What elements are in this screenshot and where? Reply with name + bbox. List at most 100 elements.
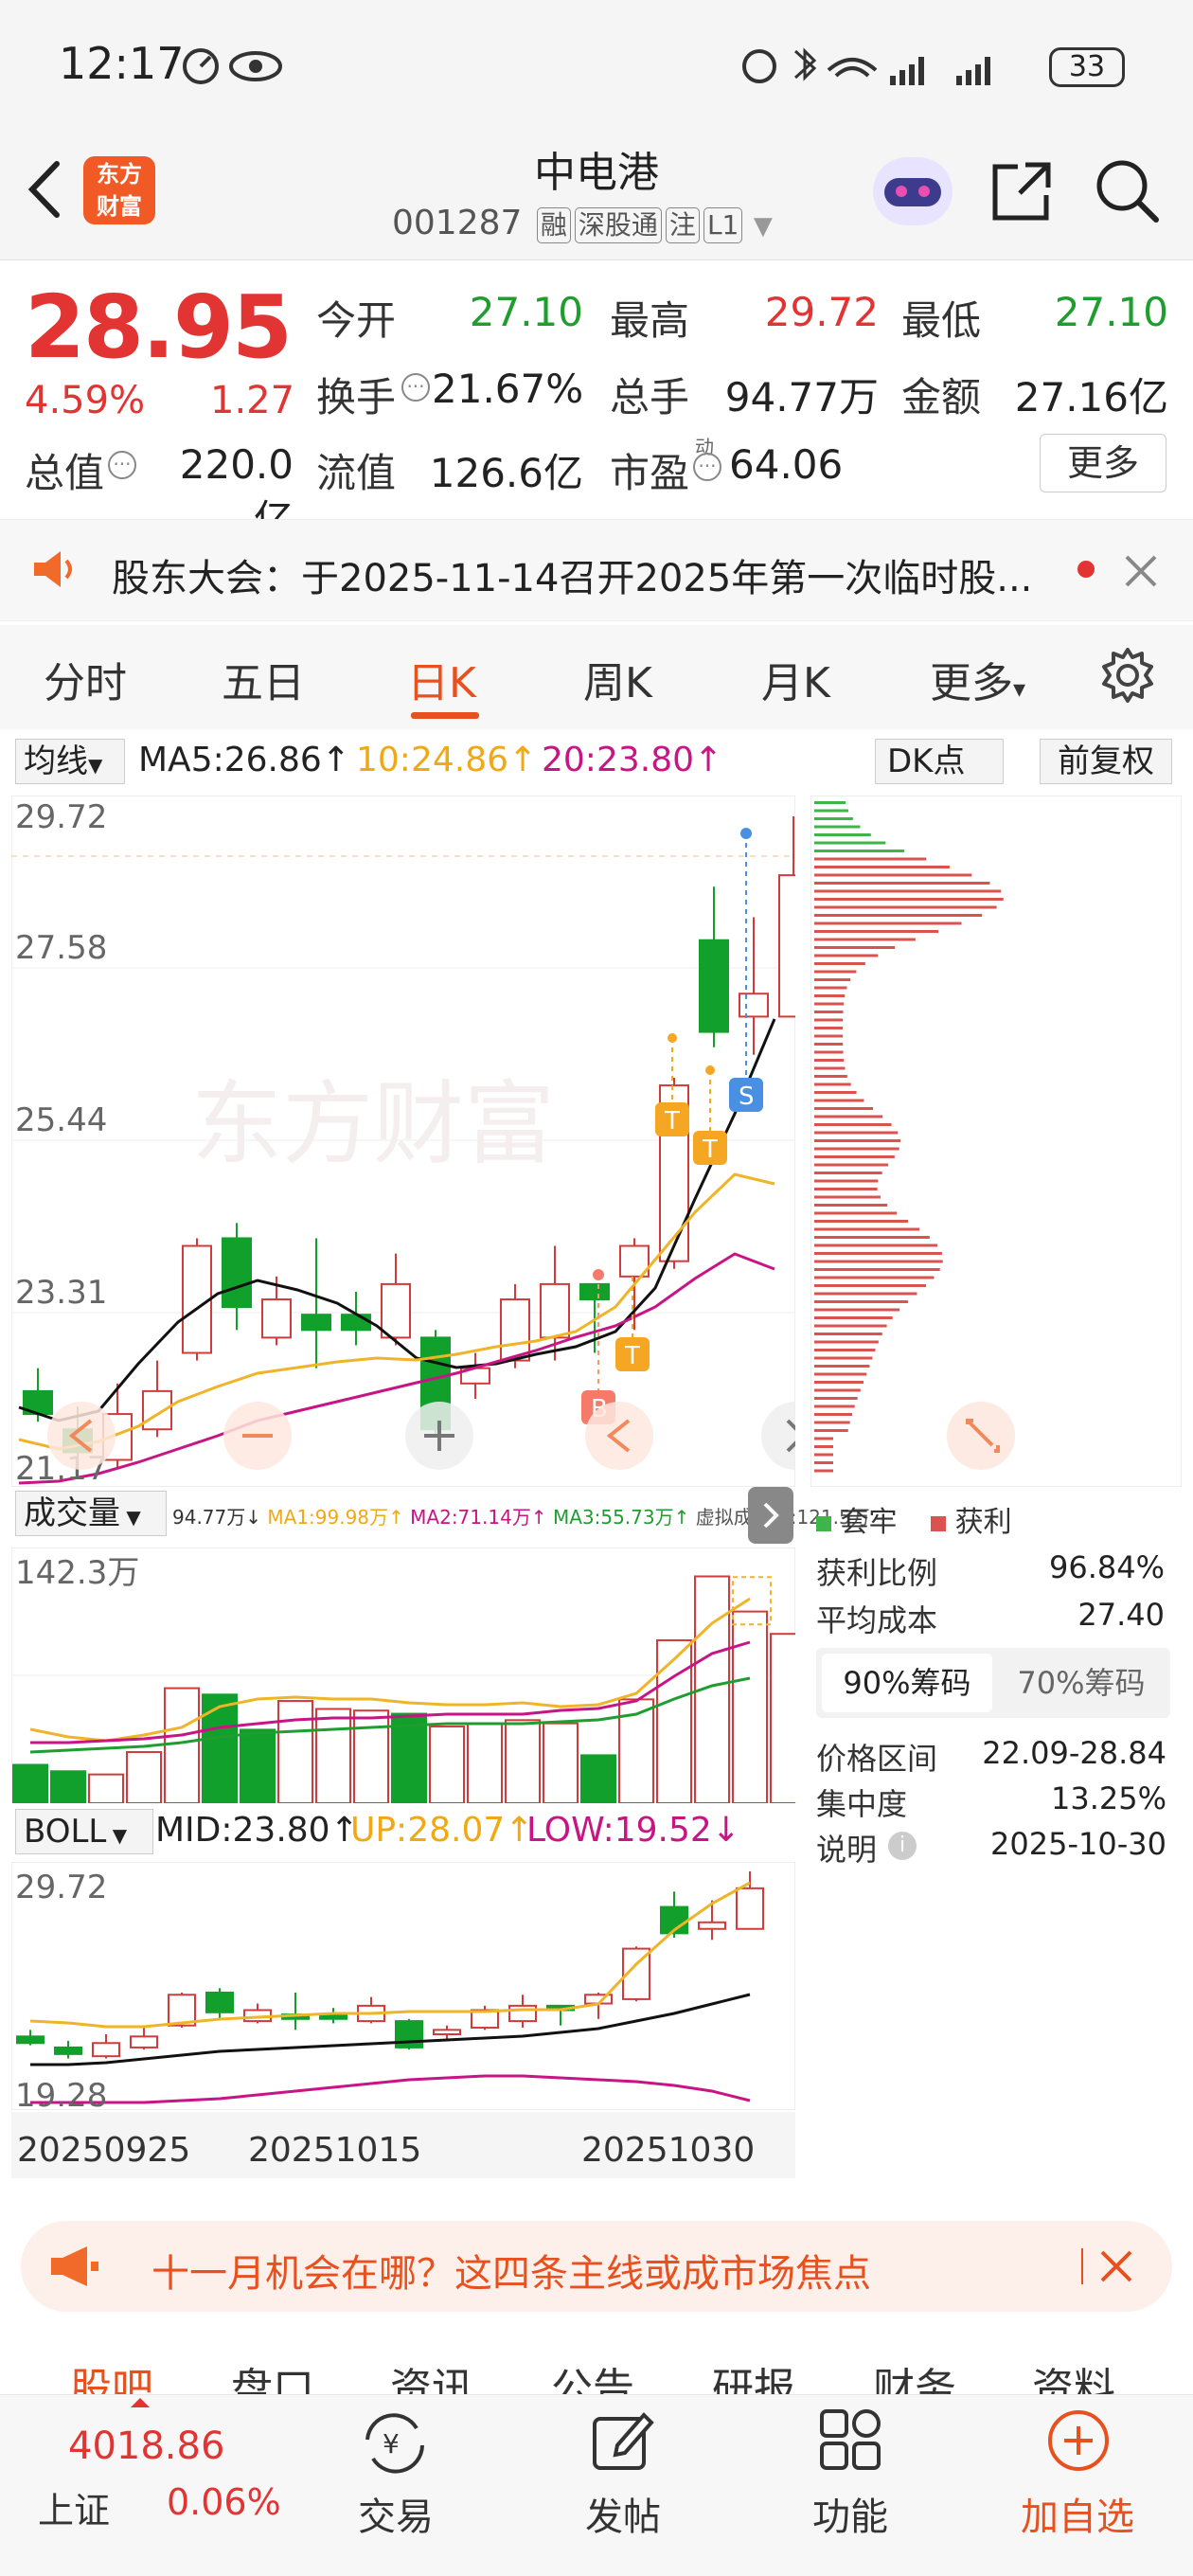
chip-bar <box>814 1155 895 1158</box>
nav-add-watchlist[interactable]: 加自选 <box>1021 2486 1134 2541</box>
banner-text[interactable]: 十一月机会在哪？这四条主线或成市场焦点 <box>151 2243 871 2298</box>
tab-daily-k[interactable]: 日K <box>407 649 476 709</box>
index-name[interactable]: 上证 <box>38 2481 110 2533</box>
volume-bar <box>770 1633 795 1803</box>
amount-value: 27.16亿 <box>1014 374 1168 420</box>
boll-up: UP:28.07↑ <box>350 1811 534 1850</box>
tab-intraday[interactable]: 分时 <box>44 649 127 709</box>
tab-financials[interactable]: 财务 <box>873 2354 956 2394</box>
tab-announcements[interactable]: 公告 <box>551 2354 634 2394</box>
volume-dropdown[interactable]: 成交量 ▼ <box>15 1491 167 1536</box>
functions-grid-icon[interactable] <box>818 2409 882 2474</box>
candle <box>182 1244 212 1354</box>
candle <box>261 1298 292 1339</box>
chip-bar <box>814 1027 844 1029</box>
info-icon[interactable]: ··· <box>401 373 430 402</box>
volume-bar <box>126 1751 162 1803</box>
chip-bar <box>814 1066 846 1070</box>
tab-chip-90[interactable]: 90%筹码 <box>822 1654 992 1712</box>
volume-bar <box>732 1610 768 1803</box>
tab-research[interactable]: 研报 <box>712 2354 795 2394</box>
tab-profile[interactable]: 资料 <box>1032 2354 1115 2394</box>
chip-bar <box>814 1188 878 1190</box>
tab-forum[interactable]: 股吧 <box>70 2354 153 2394</box>
trade-icon[interactable]: ¥ <box>360 2411 430 2474</box>
chip-bar <box>814 978 851 981</box>
index-change[interactable]: 0.06% <box>167 2481 281 2523</box>
info-icon[interactable]: ··· <box>693 453 721 481</box>
explanation-label: 说明 <box>816 1832 878 1868</box>
assistant-avatar-icon[interactable] <box>873 157 953 225</box>
chevron-down-icon[interactable]: ▼ <box>754 212 773 241</box>
total-value-label: 总值 <box>25 450 105 496</box>
volume-bar <box>429 1726 465 1803</box>
chip-bar <box>814 1300 908 1303</box>
settings-gear-icon[interactable] <box>1098 646 1157 705</box>
chip-bar <box>814 1260 943 1263</box>
expand-button[interactable] <box>947 1402 1015 1470</box>
volume-bar <box>353 1709 389 1803</box>
tag-registered: 注 <box>665 207 700 243</box>
kline-chart[interactable]: 东方财富 B T T T S 29.72 27.58 25.44 23.31 2… <box>11 796 795 1487</box>
volume-bar <box>88 1773 124 1803</box>
info-icon[interactable]: ··· <box>108 451 136 479</box>
more-button[interactable]: 更多 <box>1040 434 1166 492</box>
ma-dropdown-label: 均线 <box>24 742 88 780</box>
tab-chip-70[interactable]: 70%筹码 <box>996 1654 1166 1712</box>
pan-left-button[interactable] <box>47 1402 116 1470</box>
dk-point-button[interactable]: DK点 <box>875 739 1004 784</box>
tab-order-book[interactable]: 盘口 <box>231 2354 314 2394</box>
collapse-panel-button[interactable] <box>748 1487 793 1544</box>
ma5-value: MA5:26.86↑ <box>138 741 350 779</box>
chip-bar <box>814 1372 867 1376</box>
chip-legend: 套牢 获利 <box>816 1498 1012 1540</box>
add-watchlist-icon[interactable] <box>1045 2407 1112 2474</box>
chip-distribution-chart[interactable] <box>810 796 1182 1487</box>
volume-bar <box>543 1722 579 1803</box>
high-value: 29.72 <box>764 289 879 335</box>
trapped-swatch <box>816 1516 831 1531</box>
nav-trade[interactable]: 交易 <box>358 2486 434 2541</box>
tag-level: L1 <box>703 207 743 243</box>
tab-more[interactable]: 更多▾ <box>930 649 1025 709</box>
close-icon[interactable] <box>1098 2248 1134 2284</box>
index-value[interactable]: 4018.86 <box>68 2424 224 2468</box>
profit-ratio-label: 获利比例 <box>816 1555 938 1591</box>
chip-bar <box>814 1461 833 1464</box>
boll-low: LOW:19.52↓ <box>526 1811 740 1850</box>
chevron-right-icon <box>763 1502 779 1529</box>
chip-bar <box>814 954 879 957</box>
tab-active-indicator <box>411 712 479 719</box>
volume-bar <box>240 1728 276 1803</box>
chip-bar <box>814 850 905 852</box>
chip-bar <box>814 857 927 861</box>
pan-prev-button[interactable] <box>585 1402 653 1470</box>
tab-monthly-k[interactable]: 月K <box>761 649 830 709</box>
chip-bar <box>814 1276 935 1279</box>
caret-down-icon: ▾ <box>1013 675 1026 704</box>
search-icon[interactable] <box>1094 157 1162 225</box>
tab-news[interactable]: 资讯 <box>390 2354 473 2394</box>
chip-bar <box>814 994 846 997</box>
notice-text[interactable]: 股东大会：于2025-11-14召开2025年第一次临时股... <box>112 547 1032 602</box>
ma-dropdown[interactable]: 均线▼ <box>15 739 125 784</box>
volume-chart[interactable]: 142.3万 <box>11 1547 795 1803</box>
tab-five-day[interactable]: 五日 <box>222 649 305 709</box>
boll-chart[interactable]: 29.72 19.28 <box>11 1862 795 2110</box>
volume-bar <box>505 1719 541 1803</box>
zoom-out-button[interactable] <box>223 1402 292 1470</box>
adjust-mode-button[interactable]: 前复权 <box>1040 739 1172 784</box>
chip-bar <box>814 1445 833 1448</box>
chip-bar <box>814 1404 855 1408</box>
nav-functions[interactable]: 功能 <box>812 2486 888 2541</box>
close-icon[interactable] <box>1123 553 1159 589</box>
boll-dropdown[interactable]: BOLL ▼ <box>15 1809 153 1854</box>
concentration-value: 13.25% <box>1050 1780 1166 1816</box>
nav-post[interactable]: 发帖 <box>585 2486 661 2541</box>
post-icon[interactable] <box>589 2407 655 2474</box>
info-icon[interactable]: i <box>888 1832 917 1860</box>
total-lots-value: 94.77万 <box>724 374 879 420</box>
zoom-in-button[interactable] <box>405 1402 473 1470</box>
tab-weekly-k[interactable]: 周K <box>583 649 652 709</box>
share-icon[interactable] <box>989 159 1056 225</box>
